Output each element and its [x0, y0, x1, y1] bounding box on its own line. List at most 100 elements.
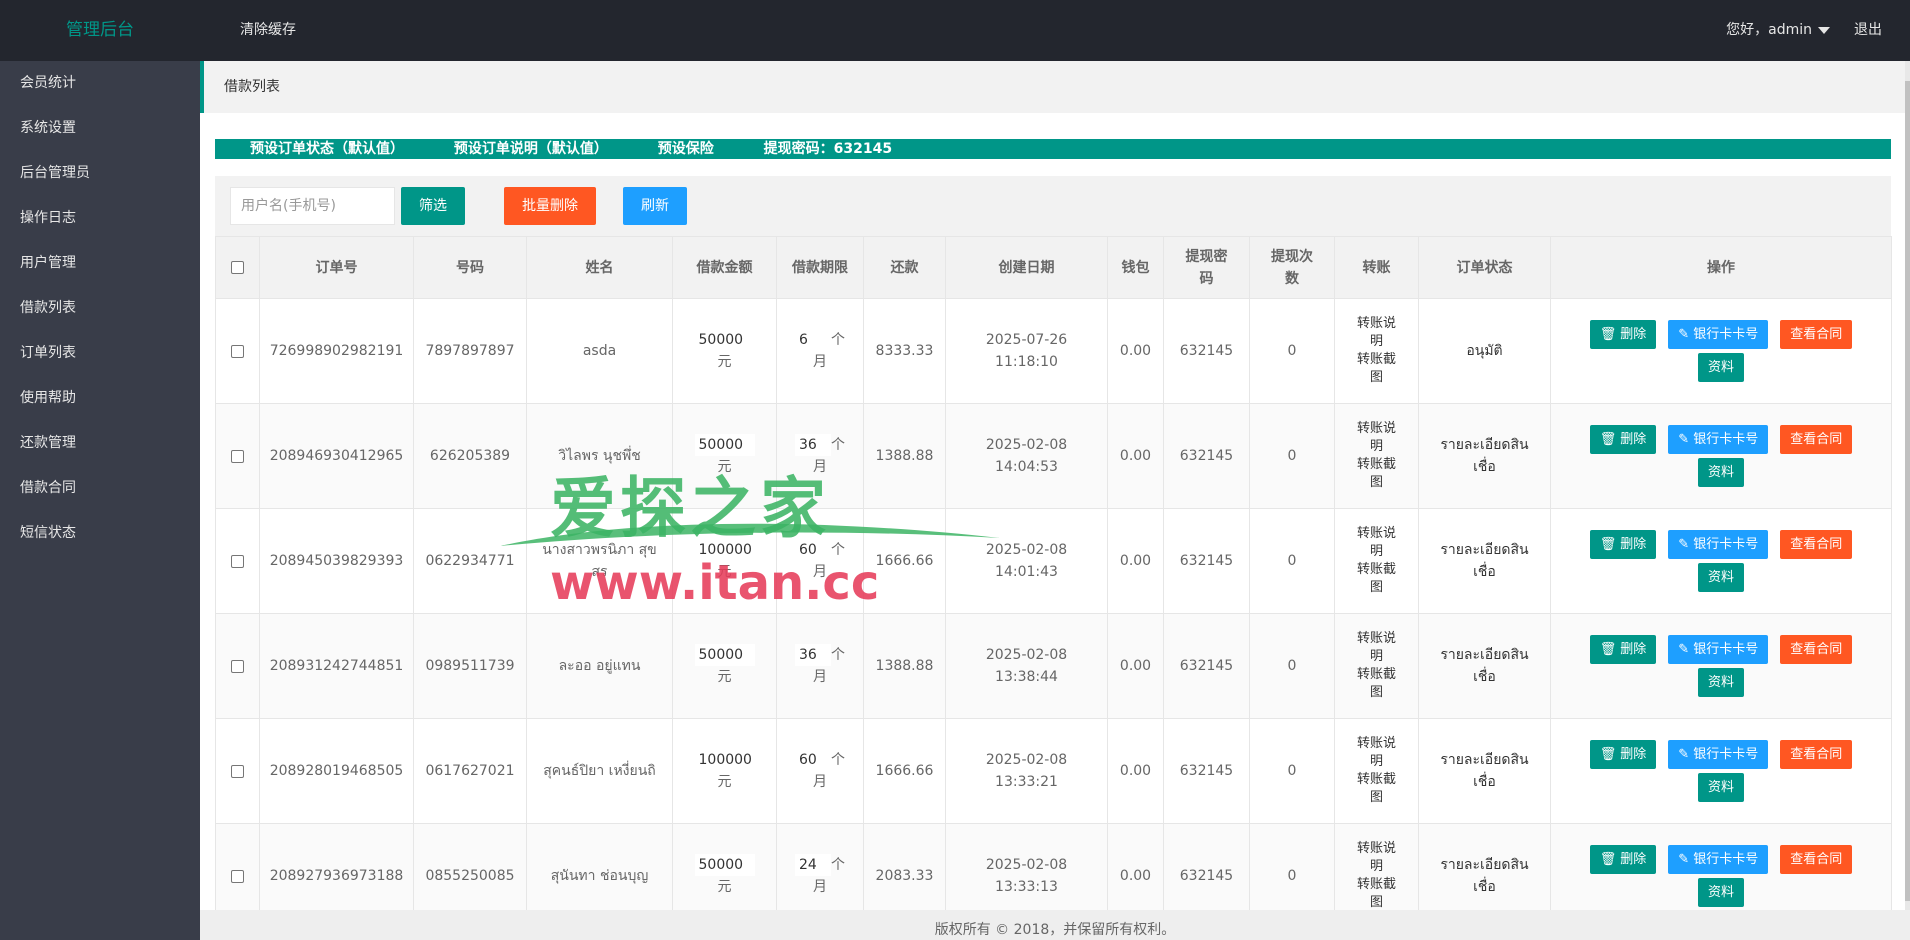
sidebar-item[interactable]: 还款管理 — [0, 421, 200, 466]
delete-button[interactable]: 🗑 删除 — [1589, 635, 1657, 664]
breadcrumb: 借款列表 — [200, 61, 1905, 113]
delete-button[interactable]: 🗑 删除 — [1589, 530, 1657, 559]
sidebar-item[interactable]: 会员统计 — [0, 61, 200, 106]
view-contract-button[interactable]: 查看合同 — [1780, 530, 1853, 559]
order-status: อนุมัติ — [1418, 298, 1551, 404]
clear-cache-link[interactable]: 清除缓存 — [240, 0, 296, 61]
delete-button[interactable]: 🗑 删除 — [1589, 425, 1657, 454]
transfer-description-link[interactable]: 转账说 明 — [1335, 420, 1418, 456]
select-all-checkbox[interactable] — [231, 261, 244, 274]
bank-card-button[interactable]: ✎ 银行卡卡号 — [1668, 320, 1769, 349]
sidebar-item[interactable]: 系统设置 — [0, 106, 200, 151]
info-button[interactable]: 资料 — [1697, 773, 1744, 802]
operations-cell: 🗑 删除 ✎ 银行卡卡号 查看合同资料 — [1550, 613, 1892, 719]
amount-unit: 元 — [717, 774, 732, 790]
bank-card-button[interactable]: ✎ 银行卡卡号 — [1668, 740, 1769, 769]
transfer-cell: 转账说 明转账截 图 — [1334, 508, 1419, 614]
row-select-cell — [215, 823, 260, 910]
scrollbar-thumb[interactable] — [1905, 81, 1910, 901]
bank-card-button[interactable]: ✎ 银行卡卡号 — [1668, 425, 1769, 454]
toolbar: 筛选 批量删除 刷新 — [215, 176, 1891, 238]
column-header: 钱包 — [1107, 236, 1164, 299]
loan-amount-input[interactable]: 50000 — [694, 644, 755, 666]
transfer-screenshot-link[interactable]: 转账截 图 — [1335, 876, 1418, 910]
info-button[interactable]: 资料 — [1697, 353, 1744, 382]
sidebar-item[interactable]: 订单列表 — [0, 331, 200, 376]
bank-card-button[interactable]: ✎ 银行卡卡号 — [1668, 530, 1769, 559]
transfer-description-link[interactable]: 转账说 明 — [1335, 525, 1418, 561]
loan-term-input[interactable]: 24 — [795, 854, 831, 876]
loan-term-input[interactable]: 6 — [795, 329, 831, 351]
info-button[interactable]: 资料 — [1697, 563, 1744, 592]
view-contract-button[interactable]: 查看合同 — [1780, 740, 1853, 769]
loan-term-input[interactable]: 36 — [795, 434, 831, 456]
row-checkbox[interactable] — [231, 869, 244, 883]
column-header: 还款 — [863, 236, 946, 299]
delete-button[interactable]: 🗑 删除 — [1589, 320, 1657, 349]
trash-icon: 🗑 — [1599, 537, 1617, 552]
transfer-screenshot-link[interactable]: 转账截 图 — [1335, 351, 1418, 387]
delete-button[interactable]: 🗑 删除 — [1589, 740, 1657, 769]
sidebar-item[interactable]: 借款合同 — [0, 466, 200, 511]
row-checkbox[interactable] — [231, 764, 244, 778]
info-button[interactable]: 资料 — [1697, 878, 1744, 907]
trash-icon: 🗑 — [1599, 852, 1617, 867]
vertical-scrollbar[interactable] — [1905, 61, 1910, 910]
view-contract-button[interactable]: 查看合同 — [1780, 320, 1853, 349]
loan-amount-input[interactable]: 50000 — [694, 329, 755, 351]
sidebar-item[interactable]: 操作日志 — [0, 196, 200, 241]
customer-name: สุนันทา ช่อนบุญ — [526, 823, 673, 910]
search-input[interactable] — [230, 187, 395, 225]
transfer-screenshot-link[interactable]: 转账截 图 — [1335, 771, 1418, 807]
amount-unit: 元 — [717, 564, 732, 580]
sidebar-item[interactable]: 后台管理员 — [0, 151, 200, 196]
loan-amount-input[interactable]: 100000 — [694, 539, 755, 561]
view-contract-button[interactable]: 查看合同 — [1780, 635, 1853, 664]
sidebar-item[interactable]: 用户管理 — [0, 241, 200, 286]
loan-term-cell: 60 个月 — [776, 508, 864, 614]
loan-term-input[interactable]: 60 — [795, 539, 831, 561]
batch-delete-button[interactable]: 批量删除 — [504, 187, 596, 225]
transfer-description-link[interactable]: 转账说 明 — [1335, 630, 1418, 666]
transfer-description-link[interactable]: 转账说 明 — [1335, 735, 1418, 771]
column-header: 创建日期 — [945, 236, 1108, 299]
bank-card-button[interactable]: ✎ 银行卡卡号 — [1668, 635, 1769, 664]
delete-button[interactable]: 🗑 删除 — [1589, 845, 1657, 874]
sidebar-item[interactable]: 使用帮助 — [0, 376, 200, 421]
sidebar-item[interactable]: 借款列表 — [0, 286, 200, 331]
sidebar-item[interactable]: 短信状态 — [0, 511, 200, 556]
refresh-button[interactable]: 刷新 — [623, 187, 687, 225]
loan-term-input[interactable]: 60 — [795, 749, 831, 771]
loan-term-input[interactable]: 36 — [795, 644, 831, 666]
logout-link[interactable]: 退出 — [1854, 0, 1882, 61]
transfer-cell: 转账说 明转账截 图 — [1334, 823, 1419, 910]
order-status: รายละเอียดสิน เชื่อ — [1418, 508, 1551, 614]
transfer-description-link[interactable]: 转账说 明 — [1335, 315, 1418, 351]
view-contract-button[interactable]: 查看合同 — [1780, 845, 1853, 874]
term-unit-label: 个 — [831, 647, 845, 663]
row-checkbox[interactable] — [231, 554, 244, 568]
notice-insurance[interactable]: 预设保险 — [658, 141, 714, 157]
loan-amount-input[interactable]: 50000 — [694, 434, 755, 456]
transfer-screenshot-link[interactable]: 转账截 图 — [1335, 456, 1418, 492]
user-menu[interactable]: 您好，admin — [1726, 0, 1830, 61]
transfer-screenshot-link[interactable]: 转账截 图 — [1335, 561, 1418, 597]
info-button[interactable]: 资料 — [1697, 668, 1744, 697]
row-checkbox[interactable] — [231, 344, 244, 358]
view-contract-button[interactable]: 查看合同 — [1780, 425, 1853, 454]
loan-amount-input[interactable]: 100000 — [694, 749, 755, 771]
row-checkbox[interactable] — [231, 449, 244, 463]
transfer-description-link[interactable]: 转账说 明 — [1335, 840, 1418, 876]
app-logo[interactable]: 管理后台 — [0, 0, 200, 61]
term-unit-label: 个 — [831, 437, 845, 453]
created-time: 13:33:13 — [995, 879, 1058, 895]
wallet: 0.00 — [1107, 298, 1164, 404]
bank-card-button[interactable]: ✎ 银行卡卡号 — [1668, 845, 1769, 874]
info-button[interactable]: 资料 — [1697, 458, 1744, 487]
row-checkbox[interactable] — [231, 659, 244, 673]
notice-status-default[interactable]: 预设订单状态（默认值） — [250, 141, 404, 157]
notice-desc-default[interactable]: 预设订单说明（默认值） — [454, 141, 608, 157]
loan-amount-input[interactable]: 50000 — [694, 854, 755, 876]
filter-button[interactable]: 筛选 — [401, 187, 465, 225]
transfer-screenshot-link[interactable]: 转账截 图 — [1335, 666, 1418, 702]
